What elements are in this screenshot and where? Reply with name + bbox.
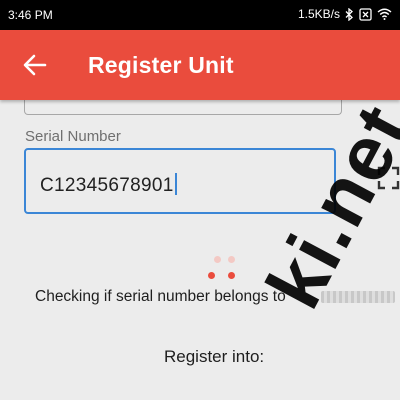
redacted-owner-name <box>321 291 395 303</box>
network-speed: 1.5KB/s <box>297 7 340 21</box>
page-title: Register Unit <box>88 52 234 78</box>
serial-number-value: C12345678901 <box>40 173 177 197</box>
text-caret <box>174 173 177 195</box>
arrow-left-icon[interactable] <box>22 52 48 78</box>
bluetooth-icon <box>345 7 353 21</box>
status-time: 3:46 PM <box>8 8 53 22</box>
loading-dot <box>214 256 221 263</box>
loading-spinner <box>206 253 238 283</box>
no-sim-icon <box>359 7 372 21</box>
loading-dot <box>228 272 235 279</box>
scan-frame-icon[interactable] <box>377 166 400 190</box>
loading-dot <box>208 272 215 279</box>
checking-status-text: Checking if serial number belongs to <box>35 288 286 305</box>
serial-number-input[interactable]: C12345678901 <box>24 148 336 214</box>
status-icons: 1.5KB/s <box>298 7 392 21</box>
loading-dot <box>228 256 235 263</box>
register-into-label: Register into: <box>164 347 265 366</box>
wifi-icon <box>377 8 392 20</box>
serial-number-label: Serial Number <box>25 128 121 145</box>
app-bar: Register Unit <box>0 30 400 100</box>
status-bar: 3:46 PM 1.5KB/s <box>0 0 400 30</box>
